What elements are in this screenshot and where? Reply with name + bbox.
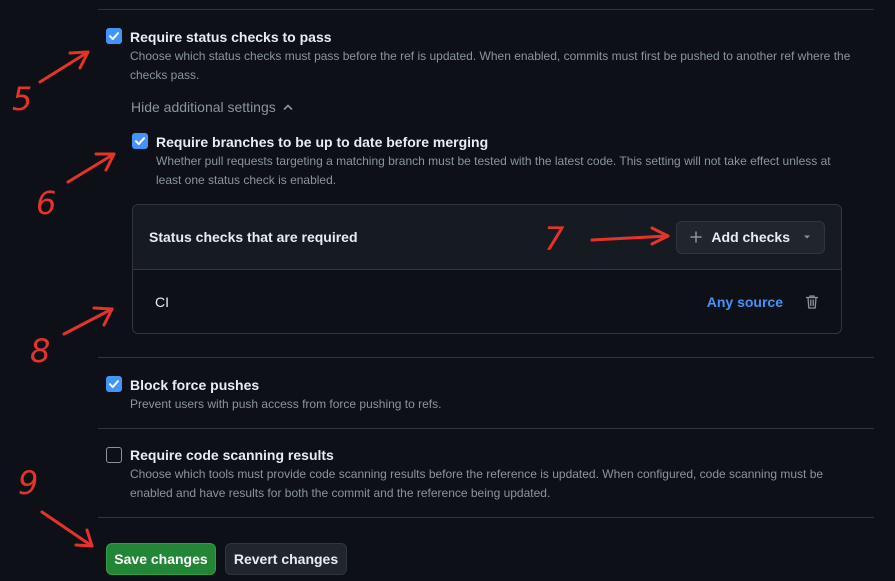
up-to-date-description: Whether pull requests targeting a matchi… [156, 154, 831, 187]
code-scanning-checkbox[interactable] [106, 447, 122, 463]
save-changes-button[interactable]: Save changes [106, 543, 216, 575]
caret-down-icon [804, 235, 810, 239]
annotation-marker-8: 8 [30, 332, 50, 370]
code-scanning-description: Choose which tools must provide code sca… [130, 467, 824, 500]
required-check-row: CI Any source [133, 270, 841, 333]
hide-additional-settings-toggle[interactable]: Hide additional settings [131, 99, 294, 115]
add-checks-button[interactable]: Add checks [676, 220, 825, 254]
required-checks-panel: Status checks that are required Add chec… [132, 204, 842, 334]
chevron-up-icon [283, 104, 293, 110]
code-scanning-title: Require code scanning results [130, 447, 334, 463]
trash-icon[interactable] [805, 294, 819, 310]
required-checks-header: Status checks that are required Add chec… [133, 205, 841, 270]
annotation-marker-5: 5 [12, 80, 32, 118]
annotation-arrow-8 [62, 307, 114, 336]
up-to-date-title: Require branches to be up to date before… [156, 134, 489, 150]
up-to-date-checkbox[interactable] [132, 133, 148, 149]
checkmark-icon [109, 32, 119, 40]
block-force-pushes-description: Prevent users with push access from forc… [130, 397, 442, 411]
plus-icon [690, 231, 703, 243]
checkmark-icon [109, 380, 119, 388]
any-source-link[interactable]: Any source [707, 294, 783, 310]
divider-before-code-scanning [98, 428, 874, 429]
annotation-arrow-6 [66, 152, 116, 184]
annotation-arrow-5 [38, 50, 90, 84]
revert-changes-button[interactable]: Revert changes [225, 543, 347, 575]
check-name: CI [155, 294, 169, 310]
block-force-pushes-title: Block force pushes [130, 377, 260, 393]
top-divider [98, 9, 874, 10]
divider-before-force-push [98, 357, 874, 358]
divider-before-actions [98, 517, 874, 518]
add-checks-label: Add checks [711, 229, 790, 245]
annotation-marker-9: 9 [18, 464, 38, 502]
status-checks-checkbox[interactable] [106, 28, 122, 44]
hide-settings-label: Hide additional settings [131, 99, 276, 115]
annotation-arrow-9 [40, 510, 94, 548]
annotation-marker-6: 6 [36, 184, 56, 222]
checkmark-icon [135, 137, 145, 145]
required-checks-title: Status checks that are required [149, 229, 358, 245]
check-row-actions: Any source [707, 294, 819, 310]
status-checks-description: Choose which status checks must pass bef… [130, 49, 851, 82]
status-checks-title: Require status checks to pass [130, 29, 332, 45]
block-force-pushes-checkbox[interactable] [106, 376, 122, 392]
